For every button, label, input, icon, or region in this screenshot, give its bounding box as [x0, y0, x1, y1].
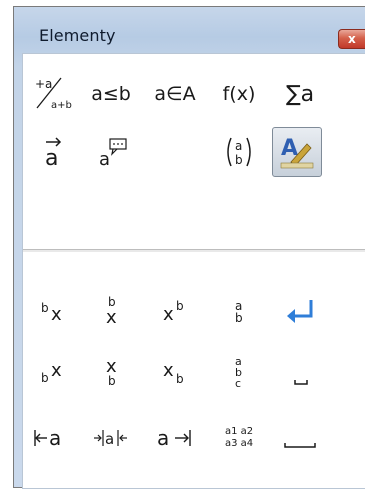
- svg-text:a: a: [99, 149, 110, 170]
- svg-text:b: b: [176, 372, 184, 386]
- svg-text:b: b: [41, 371, 49, 385]
- new-line-icon: [287, 300, 313, 323]
- title-bar[interactable]: Elementy x: [14, 7, 365, 51]
- superscript-above-icon: b x: [106, 295, 117, 328]
- element-of-icon: a∈A: [154, 83, 196, 105]
- attribute-button[interactable]: a: [81, 124, 141, 180]
- superscript-right-button[interactable]: x b: [145, 284, 205, 340]
- align-left-icon: a: [34, 426, 61, 450]
- fraction-icon: +a a+b: [35, 77, 72, 111]
- align-center-icon: a: [94, 430, 127, 448]
- svg-text:x: x: [106, 307, 117, 328]
- svg-text:a+b: a+b: [51, 100, 72, 111]
- elements-row-superscripts: b x b x x b a b: [23, 284, 365, 344]
- superscript-above-button[interactable]: b x: [83, 284, 143, 340]
- attribute-icon: a: [99, 138, 127, 170]
- svg-text:x: x: [163, 304, 174, 325]
- stack-two-icon: a b: [235, 299, 243, 325]
- close-button[interactable]: x: [338, 29, 365, 49]
- function-button[interactable]: f(x): [209, 66, 269, 122]
- align-right-icon: a: [157, 426, 191, 450]
- toolbar-row-operators: +a a+b a≤b a∈A f(x) ∑a: [23, 66, 365, 126]
- subscript-right-icon: x b: [163, 360, 184, 386]
- elements-row-subscripts: x b x b x b a b c: [23, 346, 365, 406]
- svg-text:a: a: [235, 139, 242, 153]
- svg-text:a: a: [157, 426, 169, 450]
- separator: [23, 249, 365, 252]
- subscript-below-icon: x b: [106, 356, 117, 388]
- function-icon: f(x): [222, 83, 256, 105]
- stack-three-button[interactable]: a b c: [209, 346, 269, 402]
- element-of-button[interactable]: a∈A: [145, 66, 205, 122]
- svg-text:a: a: [45, 146, 58, 171]
- superscript-left-button[interactable]: b x: [23, 284, 83, 340]
- superscript-right-icon: x b: [163, 299, 184, 325]
- less-equal-button[interactable]: a≤b: [81, 66, 141, 122]
- matrix-button[interactable]: a1 a2 a3 a4: [209, 408, 269, 464]
- svg-text:x: x: [51, 360, 62, 381]
- subscript-left-icon: x b: [41, 360, 62, 385]
- formatting-button[interactable]: A: [272, 127, 322, 177]
- svg-text:a3 a4: a3 a4: [225, 438, 253, 449]
- align-center-button[interactable]: a: [83, 408, 143, 464]
- elements-row-alignment: a a a a1 a2 a3 a4: [23, 408, 365, 468]
- svg-text:x: x: [163, 360, 174, 381]
- subscript-right-button[interactable]: x b: [145, 346, 205, 402]
- svg-text:+a: +a: [35, 77, 52, 91]
- toolbar-row-attributes: +a a a a b: [23, 124, 365, 184]
- small-gap-button[interactable]: [271, 346, 331, 402]
- fraction-button[interactable]: +a a+b: [23, 66, 83, 122]
- stack-three-icon: a b c: [235, 355, 242, 390]
- svg-text:a1 a2: a1 a2: [225, 426, 253, 437]
- svg-text:b: b: [41, 301, 49, 315]
- brackets-icon: a b: [227, 137, 251, 167]
- svg-text:b: b: [176, 299, 184, 313]
- svg-text:a: a: [49, 426, 61, 450]
- vector-icon: +a a: [45, 137, 62, 171]
- svg-text:x: x: [51, 304, 62, 325]
- small-gap-icon: [294, 380, 308, 385]
- matrix-icon: a1 a2 a3 a4: [225, 426, 253, 449]
- svg-text:b: b: [235, 153, 243, 167]
- sum-button[interactable]: ∑a: [270, 66, 330, 122]
- brackets-button[interactable]: a b: [209, 124, 269, 180]
- svg-text:b: b: [108, 374, 116, 388]
- vector-button[interactable]: +a a: [23, 124, 83, 180]
- elements-panel: +a a+b a≤b a∈A f(x) ∑a a a a b A b x b x…: [22, 53, 365, 489]
- stack-two-button[interactable]: a b: [209, 284, 269, 340]
- less-equal-icon: a≤b: [91, 83, 131, 105]
- gap-button[interactable]: [271, 408, 331, 464]
- subscript-below-button[interactable]: x b: [83, 346, 143, 402]
- subscript-left-button[interactable]: x b: [23, 346, 83, 402]
- svg-text:b: b: [235, 311, 243, 325]
- formatting-icon: A: [280, 136, 314, 169]
- elements-window: Elementy x +a a+b a≤b a∈A f(x) ∑a a a a …: [13, 6, 365, 489]
- new-line-button[interactable]: [271, 284, 331, 340]
- superscript-left-icon: b x: [41, 301, 62, 325]
- window-title: Elementy: [39, 26, 116, 45]
- gap-icon: [284, 443, 316, 448]
- align-left-button[interactable]: a: [23, 408, 83, 464]
- svg-text:c: c: [235, 377, 241, 390]
- svg-text:a: a: [105, 430, 114, 448]
- sum-icon: ∑a: [285, 81, 315, 107]
- align-right-button[interactable]: a: [145, 408, 205, 464]
